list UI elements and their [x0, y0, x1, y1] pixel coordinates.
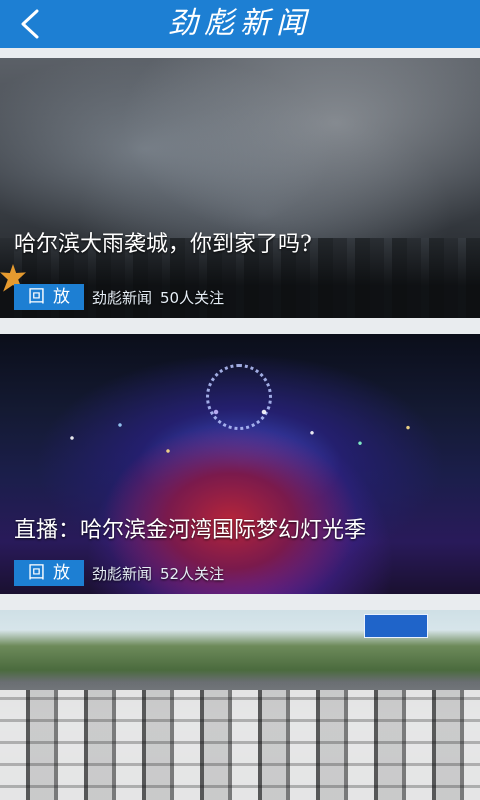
light-sparkles	[0, 334, 480, 594]
news-source: 劲彪新闻	[92, 564, 153, 583]
news-title[interactable]: 直播：哈尔滨金河湾国际梦幻灯光季	[14, 516, 470, 546]
news-card[interactable]	[0, 610, 480, 800]
follower-count: 52人关注	[160, 564, 225, 583]
news-card[interactable]: 哈尔滨大雨袭城，你到家了吗? 回放 劲彪新闻 50人关注	[0, 58, 480, 318]
app-header: 劲彪新闻	[0, 0, 480, 48]
page-title: 劲彪新闻	[168, 6, 312, 41]
road-sign	[364, 614, 428, 638]
follower-count: 50人关注	[160, 288, 225, 307]
news-feed[interactable]: 哈尔滨大雨袭城，你到家了吗? 回放 劲彪新闻 50人关注 直播：哈尔滨金河湾国际…	[0, 48, 480, 800]
news-meta: 回放 劲彪新闻 50人关注	[14, 284, 224, 310]
news-meta: 回放 劲彪新闻 52人关注	[14, 560, 224, 586]
replay-button[interactable]: 回放	[14, 284, 84, 310]
news-source: 劲彪新闻	[92, 288, 153, 307]
replay-button[interactable]: 回放	[14, 560, 84, 586]
traffic-cars	[0, 690, 480, 800]
news-card[interactable]: 直播：哈尔滨金河湾国际梦幻灯光季 回放 劲彪新闻 52人关注	[0, 334, 480, 594]
news-title[interactable]: 哈尔滨大雨袭城，你到家了吗?	[14, 230, 470, 260]
